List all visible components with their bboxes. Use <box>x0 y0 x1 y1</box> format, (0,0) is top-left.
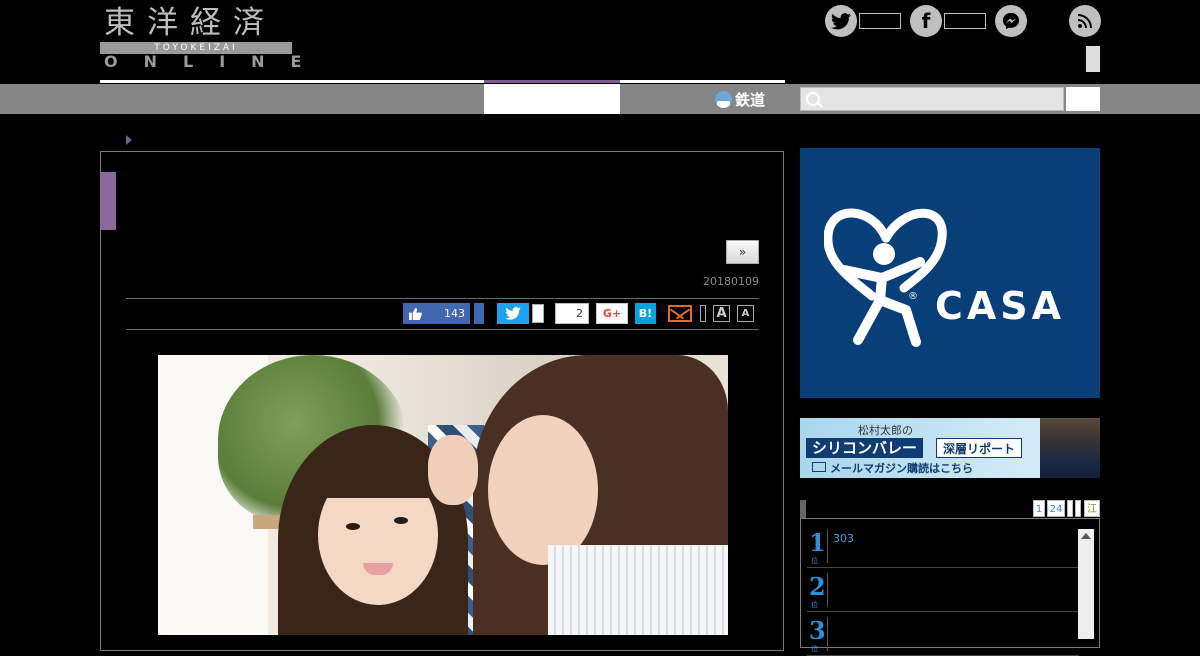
ranking-tab-1[interactable]: 1 <box>1033 500 1045 517</box>
twitter-follow-count[interactable] <box>859 13 901 29</box>
facebook-like-extra[interactable] <box>474 303 484 324</box>
like-count: 143 <box>444 307 465 320</box>
logo-kanji: 東洋経済 <box>104 5 276 41</box>
rank-number: 3 <box>809 616 826 645</box>
ranking-item[interactable]: 2 位 <box>807 567 1079 612</box>
tweet-button[interactable] <box>497 303 529 324</box>
facebook-icon[interactable]: f <box>910 5 942 37</box>
site-logo[interactable]: 東洋経済 TOYOKEIZAI ONLINE <box>100 4 301 70</box>
rank-number: 2 <box>809 572 826 601</box>
thumbs-up-icon <box>409 307 422 320</box>
casa-heart-logo <box>824 208 947 347</box>
ranking-tab-4[interactable] <box>1075 500 1081 517</box>
rank-marker: 位 <box>811 557 818 565</box>
next-page-button[interactable]: » <box>726 240 759 264</box>
ranking-item[interactable]: 3 位 <box>807 611 1079 656</box>
casa-registered-mark: ® <box>908 291 918 302</box>
silicon-valley-report-banner[interactable]: 松村太郎の シリコンバレー 深層リポート メールマガジン購読はこちら <box>800 418 1100 478</box>
facebook-share-count[interactable]: 2 <box>555 303 589 324</box>
hatena-bookmark-button[interactable]: B! <box>635 303 656 324</box>
share-bar-bottom-divider <box>126 329 759 330</box>
sv-author: 松村太郎の <box>858 424 913 437</box>
sv-subtitle: 深層リポート <box>936 438 1023 458</box>
mail-icon <box>812 462 826 472</box>
tweet-count <box>532 304 544 323</box>
nav-active-indicator <box>484 80 620 83</box>
font-size-small-button[interactable]: A <box>737 305 754 322</box>
author-photo <box>1040 418 1100 478</box>
scroll-up-icon[interactable] <box>1081 533 1091 539</box>
ranking-tab-5[interactable]: 江 <box>1084 500 1100 517</box>
breadcrumb-arrow-icon <box>126 135 132 145</box>
rank-number: 1 <box>809 528 826 557</box>
rank-marker: 位 <box>811 601 818 609</box>
nav-tab-active[interactable] <box>484 84 620 114</box>
mail-share-icon[interactable] <box>668 305 692 322</box>
login-button[interactable] <box>1086 46 1100 72</box>
rank-count: 303 <box>833 532 854 545</box>
search-input[interactable] <box>800 87 1064 111</box>
search-button[interactable] <box>1066 87 1100 111</box>
nav-item-rail[interactable]: 鉄道 <box>715 86 765 112</box>
ranking-tab-3[interactable] <box>1067 500 1073 517</box>
logo-online: ONLINE <box>104 52 328 71</box>
ranking-list: 1 位 303 2 位 3 位 <box>800 518 1100 656</box>
font-size-large-button[interactable]: A <box>713 305 730 322</box>
twitter-icon[interactable] <box>825 5 857 37</box>
nav-item-rail-label: 鉄道 <box>735 90 766 109</box>
search-icon <box>806 92 820 106</box>
facebook-follow-count[interactable] <box>944 13 986 29</box>
rank-marker: 位 <box>811 645 818 653</box>
ranking-item[interactable]: 1 位 303 <box>807 523 1079 568</box>
nav-top-line <box>100 80 785 83</box>
share-bar-top-divider <box>126 298 759 299</box>
ranking-header: 1 24 江 <box>800 500 1100 518</box>
sv-cta: メールマガジン購読はこちら <box>830 462 973 475</box>
sv-title: シリコンバレー <box>806 438 924 458</box>
facebook-like-button[interactable]: 143 <box>403 303 470 324</box>
casa-wordmark: CASA <box>935 284 1066 328</box>
article-photo <box>158 355 728 635</box>
rss-icon[interactable] <box>1069 5 1101 37</box>
article-date: 20180109 <box>703 275 759 288</box>
train-icon <box>715 90 732 108</box>
casa-ad-banner[interactable]: ® CASA <box>800 148 1100 398</box>
ranking-header-bar <box>800 500 806 518</box>
title-accent-bar <box>100 172 116 230</box>
google-plus-button[interactable]: G+ <box>596 303 628 324</box>
ranking-tab-24[interactable]: 24 <box>1047 500 1065 517</box>
messenger-icon[interactable] <box>995 5 1027 37</box>
ranking-scrollbar[interactable] <box>1078 529 1094 639</box>
twitter-bird-icon <box>505 307 521 320</box>
print-button[interactable] <box>700 305 706 322</box>
